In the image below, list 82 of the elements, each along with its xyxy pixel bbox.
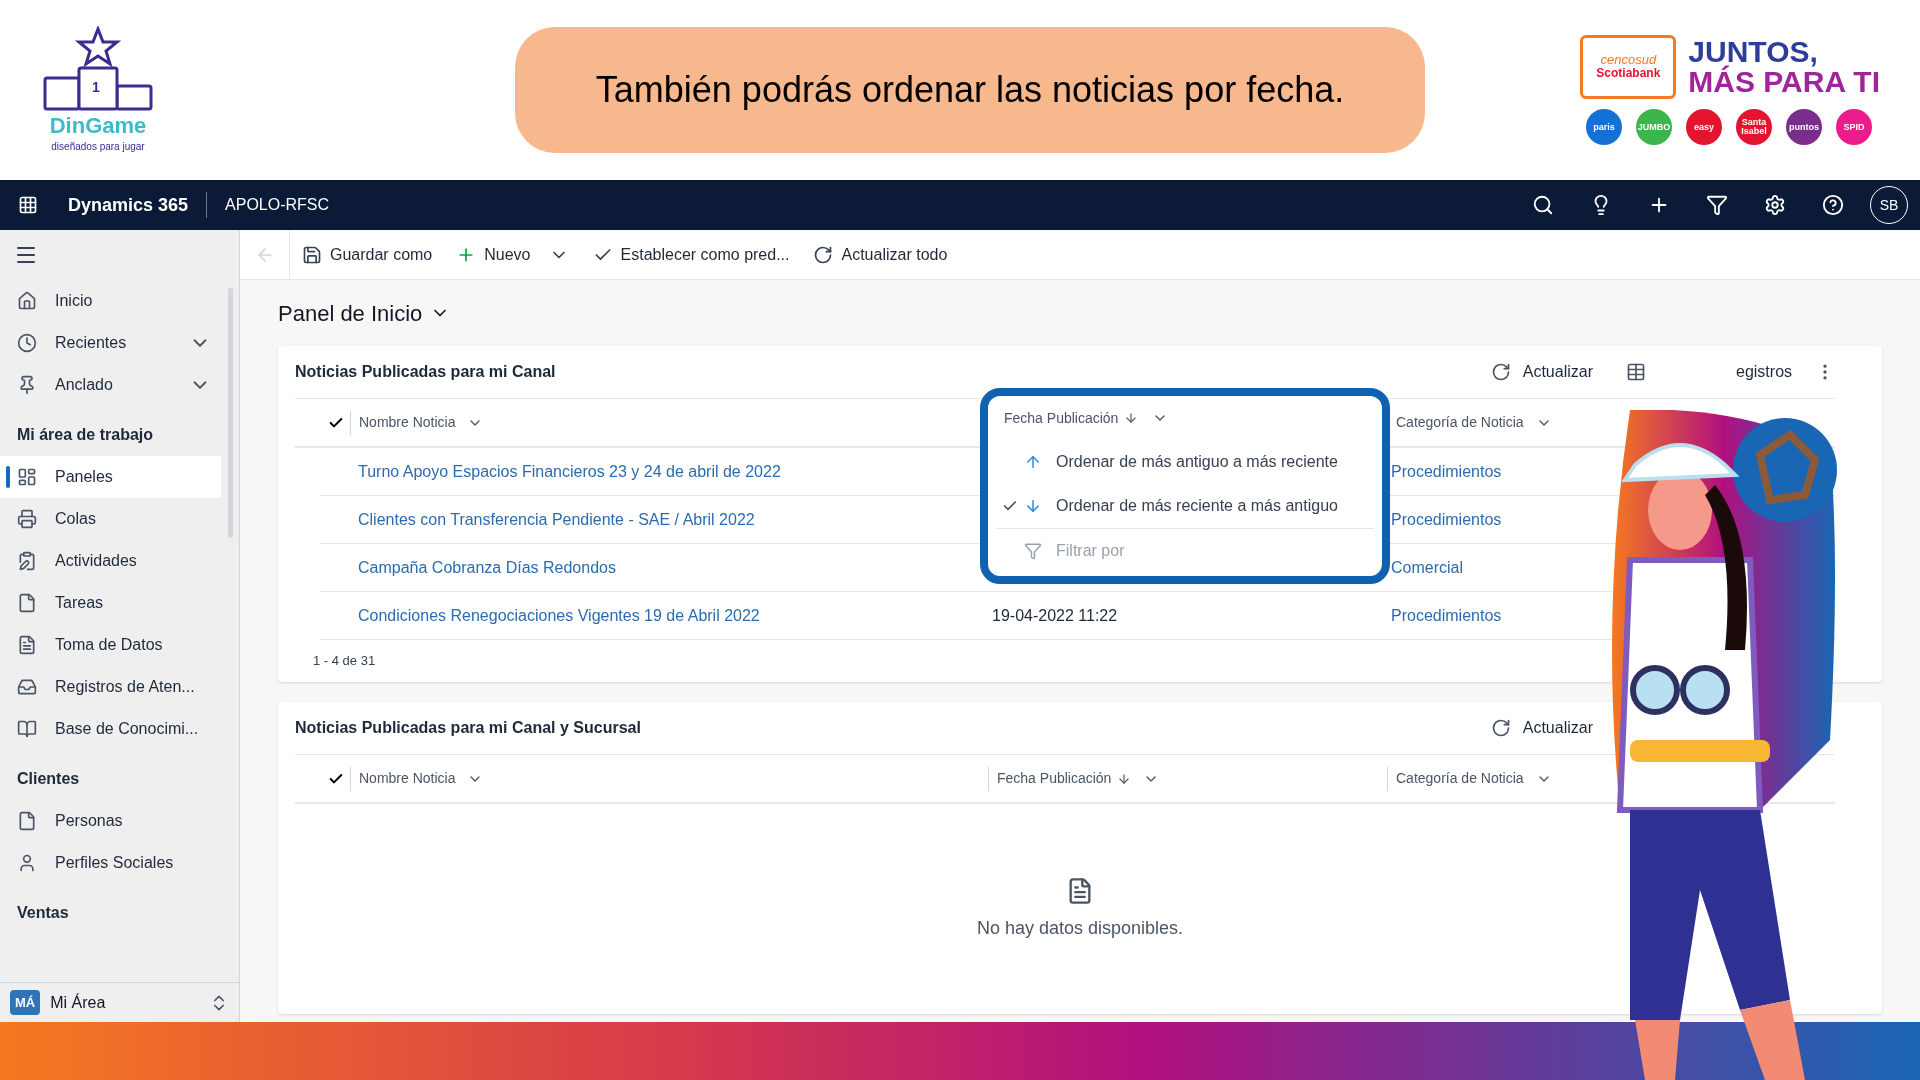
store-logo: paris bbox=[1586, 109, 1622, 145]
sidebar-item[interactable]: Registros de Aten... bbox=[0, 666, 221, 708]
sidebar-section-title: Clientes bbox=[16, 769, 81, 789]
sidebar-item[interactable]: Perfiles Sociales bbox=[0, 842, 221, 884]
podium-number: 1 bbox=[92, 79, 100, 94]
sidebar-item[interactable]: Personas bbox=[0, 800, 221, 842]
clipboard-icon bbox=[17, 551, 37, 571]
refresh-button[interactable]: Actualizar bbox=[1490, 360, 1593, 384]
clock-icon bbox=[17, 333, 37, 353]
help-icon bbox=[1822, 194, 1844, 216]
view-records-link[interactable]: egistros bbox=[1736, 360, 1793, 384]
news-title-link[interactable]: Turno Apoyo Espacios Financieros 23 y 24 de abril de 2022 bbox=[358, 462, 781, 480]
news-title-link[interactable]: Clientes con Transferencia Pendiente - SAE / Abril 2022 bbox=[358, 510, 755, 528]
arrow-down-icon bbox=[1024, 497, 1042, 515]
refresh-icon bbox=[813, 244, 834, 265]
column-header[interactable]: Categoría de Noticia bbox=[1396, 412, 1552, 433]
app-name[interactable]: Dynamics 365 bbox=[56, 191, 201, 219]
record-count: 1 - 4 de 31 bbox=[312, 652, 377, 671]
column-header[interactable]: Nombre Noticia bbox=[359, 412, 484, 433]
store-logo: JUMBO bbox=[1636, 109, 1672, 145]
person-icon bbox=[17, 853, 37, 873]
inbox-icon bbox=[17, 677, 37, 697]
page-icon bbox=[17, 811, 37, 831]
column-header[interactable]: Nombre Noticia bbox=[359, 768, 484, 789]
sidebar-item[interactable]: Toma de Datos bbox=[0, 624, 221, 666]
slogan-text: JUNTOS, bbox=[1688, 37, 1819, 67]
store-logo: puntos bbox=[1786, 109, 1822, 145]
store-logo: SPID bbox=[1836, 109, 1872, 145]
sidebar-item[interactable]: Anclado bbox=[0, 364, 221, 406]
store-logo: easy bbox=[1686, 109, 1722, 145]
filter-icon bbox=[1706, 194, 1728, 216]
sidebar-item[interactable]: Recientes bbox=[0, 322, 221, 364]
store-logo: Santa Isabel bbox=[1736, 109, 1772, 145]
slogan-text: MÁS PARA TI bbox=[1688, 67, 1880, 97]
column-header[interactable]: Categoría de Noticia bbox=[1396, 768, 1552, 789]
sidebar-item[interactable]: Tareas bbox=[0, 582, 221, 624]
sort-option[interactable]: Ordenar de más antiguo a más reciente bbox=[996, 440, 1374, 484]
category-link[interactable]: Procedimientos bbox=[1383, 603, 1502, 628]
toolbar-button[interactable]: Actualizar todo bbox=[801, 230, 960, 280]
partner-badge: cencosud Scotiabank bbox=[1580, 35, 1677, 99]
sort-option[interactable]: Ordenar de más reciente a más antiguo bbox=[996, 484, 1374, 528]
sidebar-item[interactable]: Inicio bbox=[0, 280, 221, 322]
date-cell: 19-04-2022 11:22 bbox=[992, 606, 1118, 624]
document-icon bbox=[17, 635, 37, 655]
sidebar-item[interactable]: Colas bbox=[0, 498, 221, 540]
column-header[interactable]: Fecha Publicación bbox=[1004, 407, 1119, 429]
toolbar-button[interactable]: Nuevo bbox=[444, 230, 581, 280]
refresh-button[interactable]: Actualizar bbox=[1490, 716, 1593, 740]
table-icon[interactable] bbox=[1626, 362, 1646, 382]
sidebar-section-title: Mi área de trabajo bbox=[16, 425, 155, 445]
tutorial-message: También podrás ordenar las noticias por fecha. bbox=[515, 27, 1425, 153]
area-name: Mi Área bbox=[50, 992, 106, 1013]
sidebar-section-title: Ventas bbox=[16, 903, 70, 923]
page-title[interactable]: Panel de Inicio bbox=[278, 296, 451, 330]
refresh-icon bbox=[1490, 718, 1511, 738]
panel-title: Noticias Publicadas para mi Canal y Sucursal bbox=[295, 718, 641, 738]
column-header[interactable]: Fecha Publicación bbox=[997, 768, 1160, 789]
refresh-icon bbox=[1490, 362, 1511, 382]
page-icon bbox=[17, 593, 37, 613]
toolbar-button[interactable]: Guardar como bbox=[290, 230, 445, 280]
book-icon bbox=[17, 719, 37, 739]
brand-name: DinGame bbox=[49, 111, 147, 140]
settings-icon bbox=[1764, 194, 1786, 216]
news-title-link[interactable]: Campaña Cobranza Días Redondos bbox=[358, 558, 616, 576]
panel-title: Noticias Publicadas para mi Canal bbox=[295, 362, 556, 382]
podium-logo-icon bbox=[42, 25, 154, 112]
save-icon bbox=[302, 244, 322, 265]
sidebar-item[interactable]: Actividades bbox=[0, 540, 221, 582]
environment-name: APOLO-RFSC bbox=[224, 195, 331, 215]
toolbar-button[interactable]: Establecer como pred... bbox=[580, 230, 802, 280]
news-title-link[interactable]: Condiciones Renegociaciones Vigentes 19 de Abril 2022 bbox=[358, 606, 760, 624]
home-icon bbox=[17, 291, 37, 311]
grid-icon bbox=[18, 195, 38, 215]
search-icon bbox=[1532, 194, 1554, 216]
brand-tagline: diseñados para jugar bbox=[51, 140, 145, 155]
sidebar-item[interactable]: Base de Conocimi... bbox=[0, 708, 221, 750]
sidebar-item[interactable]: Paneles bbox=[0, 456, 221, 498]
dashboard-icon bbox=[17, 467, 37, 487]
empty-message: No hay datos disponibles. bbox=[976, 916, 1184, 940]
pin-icon bbox=[17, 375, 37, 395]
area-badge: MÁ bbox=[10, 989, 41, 1016]
filter-icon bbox=[1024, 541, 1042, 560]
